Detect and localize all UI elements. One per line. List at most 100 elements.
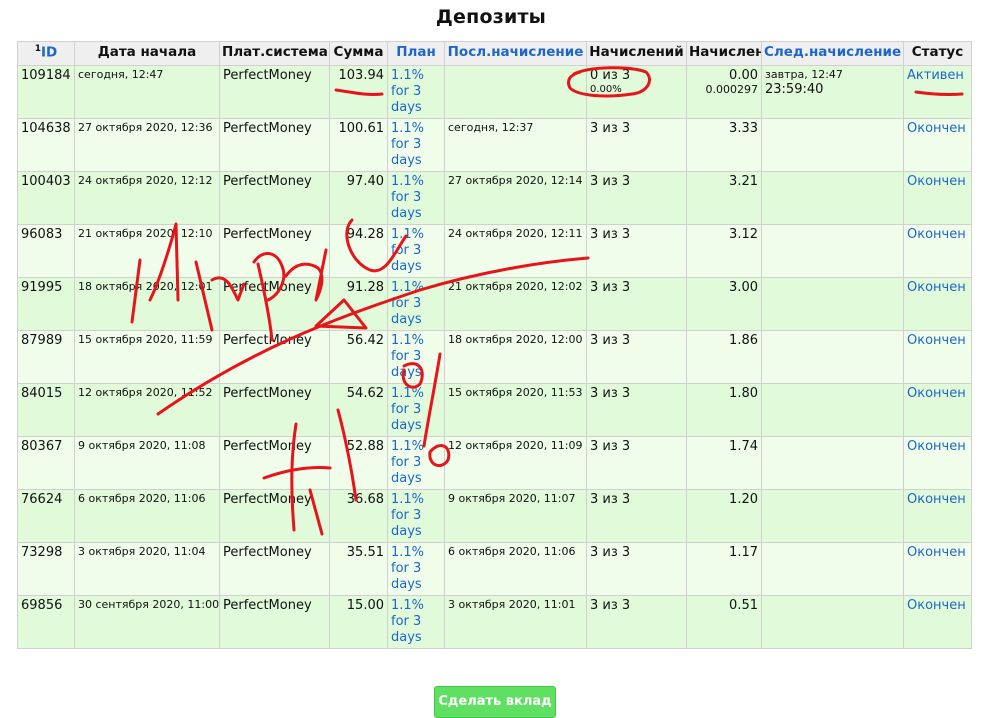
start-date: 21 октября 2020, 12:10 [74, 224, 220, 278]
plan-link[interactable]: 1.1% for 3 days [387, 277, 445, 331]
deposit-id: 80367 [17, 436, 75, 490]
plan-term: for 3 [391, 190, 422, 205]
start-date: 24 октября 2020, 12:12 [74, 171, 220, 225]
status-link[interactable]: Окончен [903, 595, 972, 649]
accrued-value: 1.17 [729, 545, 758, 560]
table-header-row: 1ID Дата начала Плат.система Сумма План … [17, 41, 972, 66]
start-date: 3 октября 2020, 11:04 [74, 542, 220, 596]
accrued-value: 3.00 [729, 280, 758, 295]
plan-unit: days [391, 577, 422, 592]
start-date: 15 октября 2020, 11:59 [74, 330, 220, 384]
plan-unit: days [391, 312, 422, 327]
accruals-value: 3 из 3 [590, 439, 631, 454]
pay-system: PerfectMoney [219, 118, 330, 172]
col-header-next-accrual[interactable]: След.начисление [761, 41, 904, 66]
deposit-id: 96083 [17, 224, 75, 278]
plan-link[interactable]: 1.1% for 3 days [387, 171, 445, 225]
col-header-accruals: Начислений [586, 41, 687, 66]
accruals-value: 3 из 3 [590, 121, 631, 136]
plan-link[interactable]: 1.1% for 3 days [387, 65, 445, 119]
status-link[interactable]: Окончен [903, 330, 972, 384]
status-link[interactable]: Окончен [903, 542, 972, 596]
plan-link[interactable]: 1.1% for 3 days [387, 383, 445, 437]
col-header-status: Статус [903, 41, 972, 66]
last-accrual: сегодня, 12:37 [444, 118, 587, 172]
plan-unit: days [391, 153, 422, 168]
table-row: 73298 3 октября 2020, 11:04 PerfectMoney 35… [17, 542, 972, 596]
accruals-count: 3 из 3 [586, 118, 687, 172]
status-link[interactable]: Активен [903, 65, 972, 119]
accruals-value: 0 из 3 [590, 68, 631, 83]
pay-system: PerfectMoney [219, 595, 330, 649]
accruals-count: 3 из 3 [586, 330, 687, 384]
start-date: 27 октября 2020, 12:36 [74, 118, 220, 172]
status-link[interactable]: Окончен [903, 171, 972, 225]
plan-link[interactable]: 1.1% for 3 days [387, 436, 445, 490]
accruals-value: 3 из 3 [590, 545, 631, 560]
plan-term: for 3 [391, 508, 422, 523]
plan-unit: days [391, 259, 422, 274]
amount: 35.51 [329, 542, 388, 596]
plan-term: for 3 [391, 402, 422, 417]
accrued-amount: 3.00 [686, 277, 762, 331]
table-row: 100403 24 октября 2020, 12:12 PerfectMoney… [17, 171, 972, 225]
deposit-id: 84015 [17, 383, 75, 437]
plan-unit: days [391, 206, 422, 221]
plan-link[interactable]: 1.1% for 3 days [387, 595, 445, 649]
col-header-accrued: Начислено [686, 41, 762, 66]
table-row: 69856 30 сентября 2020, 11:00 PerfectMoney… [17, 595, 972, 649]
next-accrual [761, 171, 904, 225]
accruals-count: 3 из 3 [586, 224, 687, 278]
pay-system: PerfectMoney [219, 436, 330, 490]
accrued-amount: 1.17 [686, 542, 762, 596]
plan-rate: 1.1% [391, 121, 425, 136]
last-accrual [444, 65, 587, 119]
plan-term: for 3 [391, 561, 422, 576]
next-accrual [761, 436, 904, 490]
plan-rate: 1.1% [391, 439, 425, 454]
accrued-value: 3.12 [729, 227, 758, 242]
plan-term: for 3 [391, 84, 422, 99]
col-header-last-accrual[interactable]: Посл.начисление [444, 41, 587, 66]
accruals-value: 3 из 3 [590, 333, 631, 348]
amount: 56.42 [329, 330, 388, 384]
plan-link[interactable]: 1.1% for 3 days [387, 542, 445, 596]
accrued-value: 3.21 [729, 174, 758, 189]
plan-link[interactable]: 1.1% for 3 days [387, 224, 445, 278]
plan-link[interactable]: 1.1% for 3 days [387, 330, 445, 384]
amount: 54.62 [329, 383, 388, 437]
amount: 94.28 [329, 224, 388, 278]
accruals-value: 3 из 3 [590, 174, 631, 189]
col-header-id[interactable]: 1ID [17, 41, 75, 66]
col-header-amount: Сумма [329, 41, 388, 66]
status-link[interactable]: Окончен [903, 277, 972, 331]
plan-link[interactable]: 1.1% for 3 days [387, 118, 445, 172]
status-link[interactable]: Окончен [903, 118, 972, 172]
deposit-id: 104638 [17, 118, 75, 172]
status-link[interactable]: Окончен [903, 489, 972, 543]
pay-system: PerfectMoney [219, 277, 330, 331]
plan-rate: 1.1% [391, 598, 425, 613]
last-accrual: 12 октября 2020, 11:09 [444, 436, 587, 490]
start-date: 9 октября 2020, 11:08 [74, 436, 220, 490]
col-header-plan[interactable]: План [387, 41, 445, 66]
plan-unit: days [391, 100, 422, 115]
table-row: 87989 15 октября 2020, 11:59 PerfectMoney 5… [17, 330, 972, 384]
start-date: 30 сентября 2020, 11:00 [74, 595, 220, 649]
accrued-amount: 1.86 [686, 330, 762, 384]
status-link[interactable]: Окончен [903, 436, 972, 490]
plan-unit: days [391, 471, 422, 486]
next-accrual: завтра, 12:47 23:59:40 [761, 65, 904, 119]
pay-system: PerfectMoney [219, 65, 330, 119]
plan-link[interactable]: 1.1% for 3 days [387, 489, 445, 543]
next-accrual [761, 277, 904, 331]
status-link[interactable]: Окончен [903, 383, 972, 437]
status-link[interactable]: Окончен [903, 224, 972, 278]
plan-rate: 1.1% [391, 227, 425, 242]
amount: 103.94 [329, 65, 388, 119]
accruals-value: 3 из 3 [590, 386, 631, 401]
next-accrual [761, 489, 904, 543]
make-deposit-button[interactable]: Сделать вклад [434, 686, 556, 718]
deposit-id: 87989 [17, 330, 75, 384]
plan-unit: days [391, 524, 422, 539]
